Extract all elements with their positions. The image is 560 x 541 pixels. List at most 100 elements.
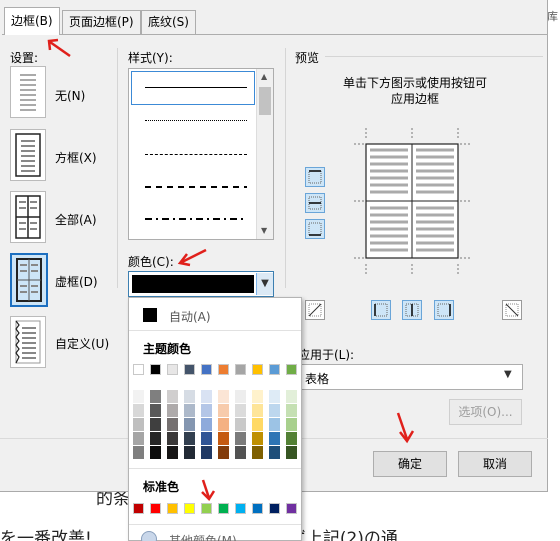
theme-color-swatch[interactable] bbox=[218, 364, 229, 375]
inside-vertical-border-button[interactable] bbox=[402, 300, 422, 320]
setting-none-label[interactable]: 无(N) bbox=[55, 87, 85, 104]
standard-color-swatch[interactable] bbox=[218, 503, 229, 514]
theme-tint-swatch[interactable] bbox=[201, 446, 212, 459]
theme-tint-swatch[interactable] bbox=[235, 404, 246, 417]
theme-tint-swatch[interactable] bbox=[201, 432, 212, 445]
scroll-down-icon[interactable]: ▼ bbox=[261, 226, 267, 235]
theme-tint-swatch[interactable] bbox=[201, 390, 212, 403]
standard-color-swatch[interactable] bbox=[269, 503, 280, 514]
theme-color-swatch[interactable] bbox=[286, 364, 297, 375]
cancel-button[interactable]: 取消 bbox=[458, 451, 532, 477]
line-style-list[interactable] bbox=[128, 68, 274, 240]
standard-color-swatch[interactable] bbox=[184, 503, 195, 514]
theme-tint-swatch[interactable] bbox=[235, 390, 246, 403]
theme-tint-swatch[interactable] bbox=[150, 390, 161, 403]
chevron-down-icon[interactable]: ▼ bbox=[504, 369, 512, 380]
theme-tint-swatch[interactable] bbox=[252, 418, 263, 431]
theme-tint-swatch[interactable] bbox=[218, 418, 229, 431]
theme-tint-swatch[interactable] bbox=[269, 390, 280, 403]
chevron-down-icon[interactable]: ▼ bbox=[256, 273, 273, 295]
more-colors-label[interactable]: 其他颜色(M)... bbox=[169, 532, 248, 541]
theme-tint-swatch[interactable] bbox=[133, 432, 144, 445]
standard-color-swatch[interactable] bbox=[167, 503, 178, 514]
theme-color-swatch[interactable] bbox=[235, 364, 246, 375]
theme-tint-swatch[interactable] bbox=[133, 418, 144, 431]
theme-tint-swatch[interactable] bbox=[150, 404, 161, 417]
tab-borders[interactable]: 边框(B) bbox=[4, 7, 60, 35]
top-border-button[interactable] bbox=[305, 167, 325, 187]
setting-custom-icon[interactable] bbox=[10, 316, 46, 368]
diagonal-down-border-button[interactable] bbox=[502, 300, 522, 320]
theme-tint-swatch[interactable] bbox=[286, 404, 297, 417]
bottom-border-button[interactable] bbox=[305, 219, 325, 239]
theme-tint-swatch[interactable] bbox=[269, 446, 280, 459]
line-style-dotted[interactable] bbox=[145, 120, 247, 121]
theme-tint-swatch[interactable] bbox=[133, 446, 144, 459]
setting-grid-icon[interactable] bbox=[10, 253, 48, 307]
theme-tint-swatch[interactable] bbox=[252, 390, 263, 403]
setting-custom-label[interactable]: 自定义(U) bbox=[55, 335, 109, 352]
setting-all-label[interactable]: 全部(A) bbox=[55, 211, 97, 228]
theme-tint-swatch[interactable] bbox=[235, 418, 246, 431]
setting-all-icon[interactable] bbox=[10, 191, 46, 243]
theme-tint-swatch[interactable] bbox=[150, 432, 161, 445]
standard-color-swatch[interactable] bbox=[252, 503, 263, 514]
theme-tint-swatch[interactable] bbox=[286, 446, 297, 459]
theme-tint-swatch[interactable] bbox=[235, 446, 246, 459]
theme-tint-swatch[interactable] bbox=[286, 390, 297, 403]
theme-tint-swatch[interactable] bbox=[184, 390, 195, 403]
line-style-dash-dot[interactable] bbox=[145, 218, 247, 220]
setting-box-label[interactable]: 方框(X) bbox=[55, 149, 97, 166]
theme-tint-swatch[interactable] bbox=[252, 446, 263, 459]
theme-tint-swatch[interactable] bbox=[286, 418, 297, 431]
theme-tint-swatch[interactable] bbox=[252, 404, 263, 417]
scroll-thumb[interactable] bbox=[259, 87, 271, 115]
apply-to-dropdown[interactable]: 表格 ▼ bbox=[298, 364, 523, 390]
theme-tint-swatch[interactable] bbox=[184, 404, 195, 417]
scroll-up-icon[interactable]: ▲ bbox=[261, 72, 267, 81]
theme-tint-swatch[interactable] bbox=[252, 432, 263, 445]
theme-tint-swatch[interactable] bbox=[269, 418, 280, 431]
tab-page-borders[interactable]: 页面边框(P) bbox=[62, 10, 141, 34]
theme-tint-swatch[interactable] bbox=[286, 432, 297, 445]
line-style-solid[interactable] bbox=[145, 87, 247, 88]
theme-tint-swatch[interactable] bbox=[235, 432, 246, 445]
theme-tint-swatch[interactable] bbox=[201, 404, 212, 417]
theme-tint-swatch[interactable] bbox=[269, 404, 280, 417]
style-list-scrollbar[interactable]: ▲ ▼ bbox=[256, 69, 273, 239]
theme-tint-swatch[interactable] bbox=[184, 418, 195, 431]
right-border-button[interactable] bbox=[434, 300, 454, 320]
setting-none-icon[interactable] bbox=[10, 66, 46, 118]
theme-tint-swatch[interactable] bbox=[218, 404, 229, 417]
theme-color-swatch[interactable] bbox=[184, 364, 195, 375]
standard-color-swatch[interactable] bbox=[286, 503, 297, 514]
inside-horizontal-border-button[interactable] bbox=[305, 193, 325, 213]
preview-table-diagram[interactable] bbox=[354, 128, 472, 274]
theme-tint-swatch[interactable] bbox=[167, 404, 178, 417]
standard-color-swatch[interactable] bbox=[235, 503, 246, 514]
theme-tint-swatch[interactable] bbox=[201, 418, 212, 431]
theme-tint-swatch[interactable] bbox=[167, 418, 178, 431]
auto-color-swatch[interactable] bbox=[143, 308, 157, 322]
theme-color-swatch[interactable] bbox=[150, 364, 161, 375]
standard-color-swatch[interactable] bbox=[150, 503, 161, 514]
diagonal-up-border-button[interactable] bbox=[305, 300, 325, 320]
theme-tint-swatch[interactable] bbox=[150, 418, 161, 431]
options-button[interactable]: 选项(O)... bbox=[449, 399, 522, 425]
theme-tint-swatch[interactable] bbox=[269, 432, 280, 445]
theme-color-swatch[interactable] bbox=[252, 364, 263, 375]
theme-color-swatch[interactable] bbox=[133, 364, 144, 375]
auto-color-label[interactable]: 自动(A) bbox=[169, 308, 211, 325]
theme-tint-swatch[interactable] bbox=[184, 446, 195, 459]
theme-tint-swatch[interactable] bbox=[218, 432, 229, 445]
theme-tint-swatch[interactable] bbox=[150, 446, 161, 459]
theme-tint-swatch[interactable] bbox=[133, 390, 144, 403]
standard-color-swatch[interactable] bbox=[133, 503, 144, 514]
theme-color-swatch[interactable] bbox=[201, 364, 212, 375]
left-border-button[interactable] bbox=[371, 300, 391, 320]
standard-color-swatch[interactable] bbox=[201, 503, 212, 514]
theme-tint-swatch[interactable] bbox=[167, 446, 178, 459]
theme-tint-swatch[interactable] bbox=[184, 432, 195, 445]
setting-grid-label[interactable]: 虚框(D) bbox=[55, 273, 98, 290]
ok-button[interactable]: 确定 bbox=[373, 451, 447, 477]
